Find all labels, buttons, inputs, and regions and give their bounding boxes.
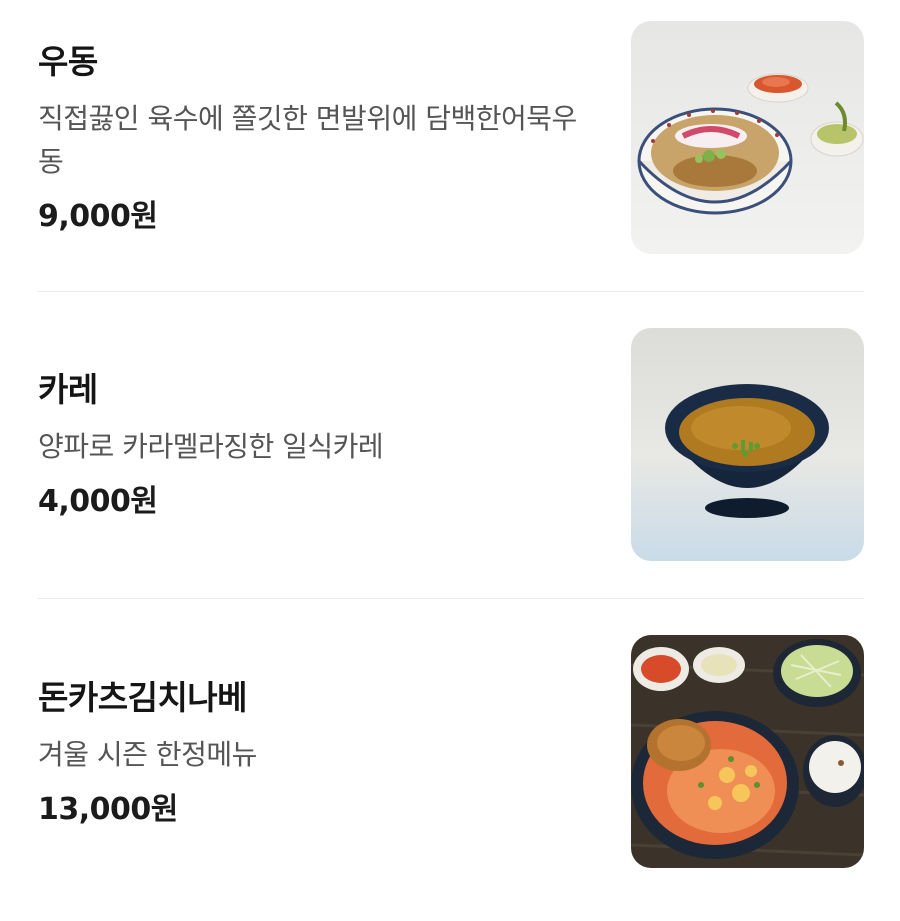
menu-item-name: 돈카츠김치나베	[38, 678, 248, 717]
menu-item-udon[interactable]: 우동 직접끓인 육수에 쫄깃한 면발위에 담백한어묵우동 9,000원	[0, 0, 900, 307]
menu-item-curry[interactable]: 카레 양파로 카라멜라징한 일식카레 4,000원	[0, 307, 900, 614]
menu-item-price: 13,000원	[38, 792, 178, 827]
menu-item-name: 우동	[38, 42, 98, 81]
udon-photo[interactable]	[631, 21, 864, 254]
menu-item-price: 4,000원	[38, 484, 158, 519]
menu-item-tonkatsu-kimchi-nabe[interactable]: 돈카츠김치나베 겨울 시즌 한정메뉴 13,000원	[0, 614, 900, 921]
menu-item-description: 겨울 시즌 한정메뉴	[38, 738, 257, 771]
curry-photo[interactable]	[631, 328, 864, 561]
menu-item-price: 9,000원	[38, 199, 158, 234]
menu-item-divider	[38, 598, 864, 599]
menu-item-description: 양파로 카라멜라징한 일식카레	[38, 430, 384, 463]
tonkatsu-kimchi-nabe-photo[interactable]	[631, 635, 864, 868]
menu-item-description: 직접끓인 육수에 쫄깃한 면발위에 담백한어묵우동	[38, 102, 577, 178]
menu-list: 우동 직접끓인 육수에 쫄깃한 면발위에 담백한어묵우동 9,000원 카레 양…	[0, 0, 900, 886]
menu-item-name: 카레	[38, 370, 98, 409]
menu-item-divider	[38, 291, 864, 292]
